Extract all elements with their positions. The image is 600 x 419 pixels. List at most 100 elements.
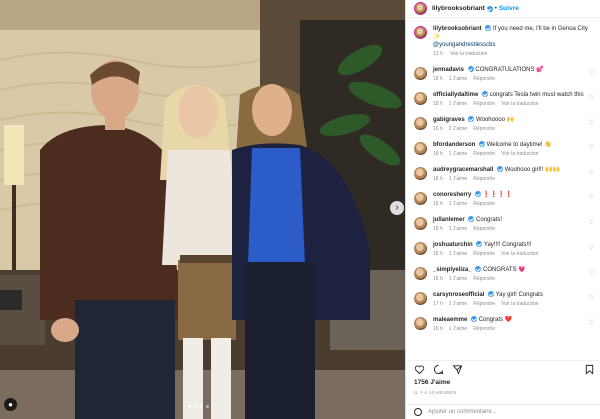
comment-like-icon[interactable]: ♡ xyxy=(589,69,594,76)
comment-likes[interactable]: 1 J'aime xyxy=(449,76,467,82)
avatar[interactable] xyxy=(414,142,427,155)
comment-text: Yay girl! Congrats xyxy=(495,292,543,298)
avatar[interactable] xyxy=(414,92,427,105)
comment-username[interactable]: audreygracemarshall xyxy=(433,167,493,173)
comment-icon[interactable] xyxy=(433,364,444,375)
avatar[interactable] xyxy=(414,217,427,230)
translate-link[interactable]: Voir la traduction xyxy=(501,251,538,257)
caption-emoji: ✨ xyxy=(433,34,441,40)
comment-likes[interactable]: 1 J'aime xyxy=(449,151,467,157)
comment-likes[interactable]: 1 J'aime xyxy=(449,326,467,332)
caption-mention[interactable]: @youngandrestlesscbs xyxy=(433,41,591,49)
comment-like-icon[interactable]: ♡ xyxy=(589,144,594,151)
comment-username[interactable]: _simplyeliza_ xyxy=(433,267,472,273)
comment-likes[interactable]: 1 J'aime xyxy=(449,201,467,207)
comment-like-icon[interactable]: ♡ xyxy=(589,219,594,226)
comment-likes[interactable]: 1 J'aime xyxy=(449,226,467,232)
comment-username[interactable]: jennadavis xyxy=(433,67,464,73)
comment-emoji: 🙌🙌 xyxy=(544,167,560,173)
comment-likes[interactable]: 1 J'aime xyxy=(449,251,467,257)
comment-like-icon[interactable]: ♡ xyxy=(589,319,594,326)
reply-button[interactable]: Répondre xyxy=(473,76,495,82)
translate-link[interactable]: Voir la traduction xyxy=(501,301,538,307)
comment-like-icon[interactable]: ♡ xyxy=(589,94,594,101)
comment-like-icon[interactable]: ♡ xyxy=(589,269,594,276)
comment-likes[interactable]: 1 J'aime xyxy=(449,101,467,107)
avatar[interactable] xyxy=(414,67,427,80)
caption-text: If you need me, I'll be in Genoa City xyxy=(493,26,588,32)
reply-button[interactable]: Répondre xyxy=(473,326,495,332)
comment-like-icon[interactable]: ♡ xyxy=(589,294,594,301)
caption-username[interactable]: lilybrooksobriant xyxy=(433,26,482,32)
add-comment-input[interactable] xyxy=(428,409,578,415)
avatar[interactable] xyxy=(414,317,427,330)
comment-text: Woohooo girl!! xyxy=(504,167,544,173)
avatar[interactable] xyxy=(414,292,427,305)
comment-username[interactable]: officiallydaltime xyxy=(433,92,478,98)
reply-button[interactable]: Répondre xyxy=(473,126,495,132)
reply-button[interactable]: Répondre xyxy=(473,276,495,282)
comment-username[interactable]: joshuaturchin xyxy=(433,242,473,248)
comment-text: Yay!!!! Congrats!!! xyxy=(483,242,532,248)
comment-text: CONGRATS xyxy=(483,267,517,273)
comment-username[interactable]: bfordanderson xyxy=(433,142,475,148)
user-tag-icon[interactable]: ● xyxy=(4,398,17,411)
reply-button[interactable]: Répondre xyxy=(473,201,495,207)
bookmark-icon[interactable] xyxy=(584,364,595,375)
reply-button[interactable]: Répondre xyxy=(473,226,495,232)
reply-button[interactable]: Répondre xyxy=(473,301,495,307)
comment-like-icon[interactable]: ♡ xyxy=(589,244,594,251)
reply-button[interactable]: Répondre xyxy=(473,176,495,182)
avatar[interactable] xyxy=(414,167,427,180)
comment-text: Welcome to daytime! xyxy=(486,142,543,148)
comment-time: 18 h xyxy=(433,176,443,182)
avatar[interactable] xyxy=(414,2,427,15)
paper-plane-icon[interactable] xyxy=(452,364,463,375)
comment-username[interactable]: jullanlemer xyxy=(433,217,465,223)
caption-translate-link[interactable]: Voir la traduction xyxy=(450,51,487,57)
header-username[interactable]: lilybrooksobriant xyxy=(432,5,485,12)
post-photo[interactable]: › ● xyxy=(0,0,405,419)
comment-likes[interactable]: 1 J'aime xyxy=(449,176,467,182)
avatar[interactable] xyxy=(414,117,427,130)
reply-button[interactable]: Répondre xyxy=(473,151,495,157)
comment-username[interactable]: carsynroseofficial xyxy=(433,292,484,298)
comment-username[interactable]: conoresherry xyxy=(433,192,471,198)
comment-emoji: ❤️ xyxy=(504,317,513,323)
comment-like-icon[interactable]: ♡ xyxy=(589,169,594,176)
carousel-dot xyxy=(188,405,191,408)
reply-button[interactable]: Répondre xyxy=(473,251,495,257)
avatar[interactable] xyxy=(414,242,427,255)
comment-item: jullanlemer Congrats! 18 h 1 J'aime Répond… xyxy=(406,216,600,233)
comment-item: jennadavis CONGRATULATIONS 💕 18 h 1 J'aime… xyxy=(406,66,600,83)
comment-item: carsynroseofficial Yay girl! Congrats 17… xyxy=(406,291,600,308)
comment-time: 17 h xyxy=(433,301,443,307)
comment-like-icon[interactable]: ♡ xyxy=(589,119,594,126)
comment-like-icon[interactable]: ♡ xyxy=(589,194,594,201)
carousel-dot xyxy=(206,405,209,408)
heart-icon[interactable] xyxy=(414,364,425,375)
verified-icon xyxy=(467,66,474,73)
translate-link[interactable]: Voir la traduction xyxy=(501,101,538,107)
emoji-picker-icon[interactable] xyxy=(414,408,422,416)
instagram-post-viewer: › ● lilybrooksobriant • Suivre lilybrook… xyxy=(0,0,600,419)
comment-text: Woohoooo xyxy=(476,117,505,123)
comment-likes[interactable]: 2 J'aime xyxy=(449,126,467,132)
follow-button[interactable]: Suivre xyxy=(499,5,519,12)
comment-likes[interactable]: 1 J'aime xyxy=(449,276,467,282)
avatar[interactable] xyxy=(414,26,427,39)
carousel-dot xyxy=(200,405,203,408)
comment-username[interactable]: gabigraves xyxy=(433,117,465,123)
comment-item: gabigraves Woohoooo 🙌 16 h 2 J'aime Répondr… xyxy=(406,116,600,133)
chevron-right-icon[interactable]: › xyxy=(390,201,404,215)
comment-item: bfordanderson Welcome to daytime! 👋 18 h 1… xyxy=(406,141,600,158)
avatar[interactable] xyxy=(414,192,427,205)
verified-icon xyxy=(486,5,493,12)
reply-button[interactable]: Répondre xyxy=(473,101,495,107)
comment-username[interactable]: maleaemme xyxy=(433,317,467,323)
translate-link[interactable]: Voir la traduction xyxy=(501,151,538,157)
likes-count[interactable]: 1756 J'aime xyxy=(414,379,450,386)
comment-likes[interactable]: 1 J'aime xyxy=(449,301,467,307)
avatar[interactable] xyxy=(414,267,427,280)
caption: lilybrooksobriant If you need me, I'll b… xyxy=(406,25,600,58)
